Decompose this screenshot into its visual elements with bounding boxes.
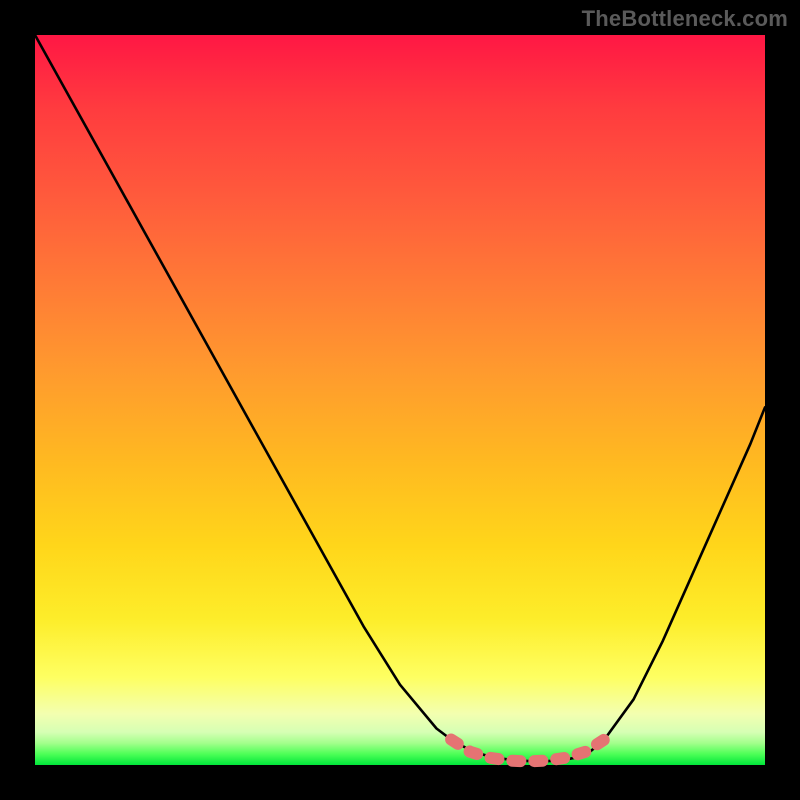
bottleneck-curve [35, 35, 765, 761]
watermark-text: TheBottleneck.com [582, 6, 788, 32]
chart-svg [35, 35, 765, 765]
optimal-zone-marker [451, 740, 604, 762]
chart-frame: TheBottleneck.com [0, 0, 800, 800]
